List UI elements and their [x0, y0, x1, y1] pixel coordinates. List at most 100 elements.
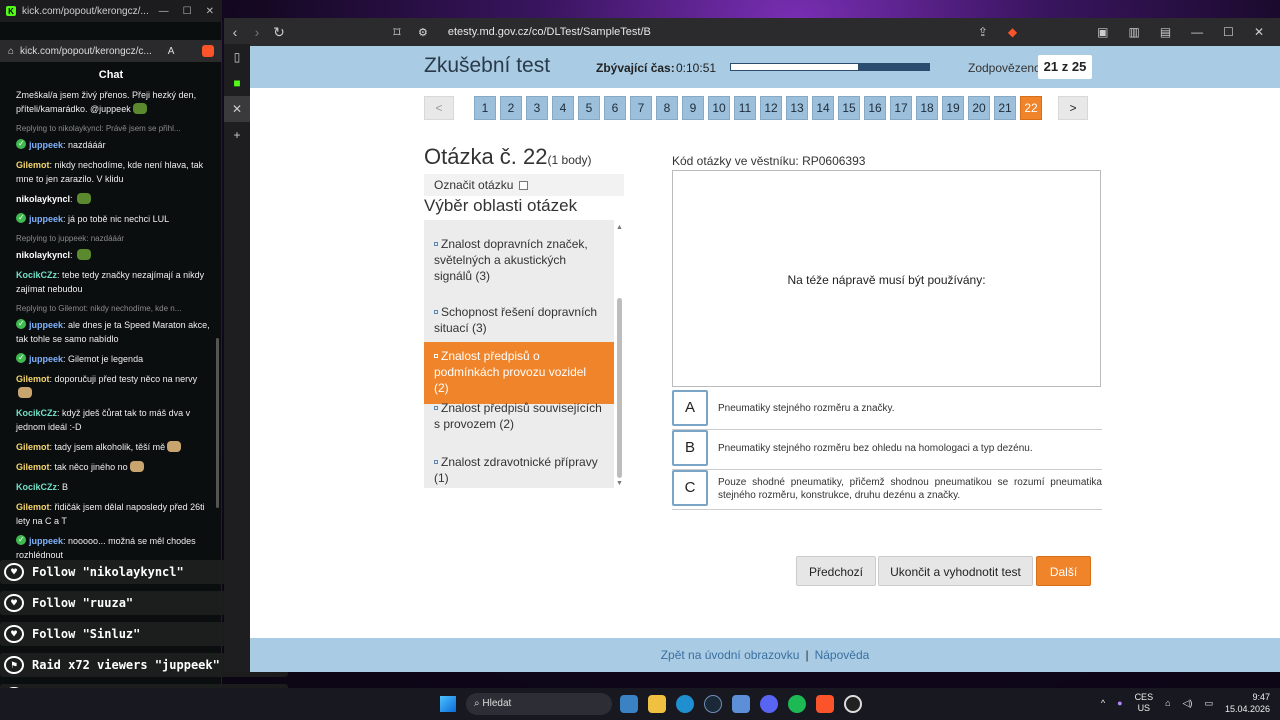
question-nav-button[interactable]: 13 — [786, 96, 808, 120]
minimize-icon[interactable]: — — [159, 6, 169, 17]
mark-question-checkbox[interactable] — [518, 181, 528, 190]
volume-icon[interactable]: ◁) — [1183, 698, 1193, 709]
question-nav-button[interactable]: 16 — [864, 96, 886, 120]
question-nav-button[interactable]: 17 — [890, 96, 912, 120]
chat-username[interactable]: juppeek — [29, 320, 63, 330]
chat-username[interactable]: juppeek — [29, 354, 63, 364]
chat-username[interactable]: Gilemot — [16, 374, 50, 384]
question-nav-button[interactable]: 11 — [734, 96, 756, 120]
question-nav-button[interactable]: 15 — [838, 96, 860, 120]
scroll-down-icon[interactable]: ▼ — [616, 480, 623, 487]
question-nav-button[interactable]: 7 — [630, 96, 652, 120]
chat-username[interactable]: Gilemot — [16, 502, 50, 512]
file-explorer-icon[interactable] — [648, 695, 666, 713]
kick-address-bar[interactable]: ⌂ kick.com/popout/kerongcz/c... A — [0, 40, 222, 62]
forward-icon[interactable]: › — [246, 24, 268, 40]
area-item[interactable]: Znalost dopravních značek, světelných a … — [424, 236, 614, 284]
question-nav-button[interactable]: 2 — [500, 96, 522, 120]
chat-username[interactable]: juppeek — [29, 536, 63, 546]
answer-option[interactable]: B Pneumatiky stejného rozměru bez ohledu … — [672, 430, 1102, 470]
question-nav-button[interactable]: 6 — [604, 96, 626, 120]
question-nav-button[interactable]: 10 — [708, 96, 730, 120]
finish-test-button[interactable]: Ukončit a vyhodnotit test — [878, 556, 1033, 586]
question-next-arrow[interactable]: > — [1058, 96, 1088, 120]
share-icon[interactable]: ⇪ — [978, 25, 988, 39]
brave-shield-icon[interactable]: ◆ — [1008, 25, 1017, 39]
previous-button[interactable]: Předchozí — [796, 556, 876, 586]
site-info-icon[interactable]: ⚙ — [418, 26, 428, 39]
question-nav-button[interactable]: 19 — [942, 96, 964, 120]
brave-icon[interactable] — [816, 695, 834, 713]
question-nav-button[interactable]: 12 — [760, 96, 782, 120]
store-icon[interactable] — [732, 695, 750, 713]
chevron-up-icon[interactable]: ^ — [1101, 698, 1105, 708]
steam-icon[interactable] — [704, 695, 722, 713]
question-nav-button[interactable]: 4 — [552, 96, 574, 120]
area-item[interactable]: Znalost předpisů souvisejících s provoze… — [424, 400, 614, 432]
next-button[interactable]: Další — [1036, 556, 1091, 586]
chat-reply-preview[interactable]: Replying to Gilemot: nikdy nechodíme, kd… — [16, 302, 212, 316]
site-info-icon[interactable]: ⌂ — [8, 46, 14, 57]
question-nav-button[interactable]: 1 — [474, 96, 496, 120]
question-nav-button[interactable]: 3 — [526, 96, 548, 120]
clock[interactable]: 9:47 15.04.2026 — [1225, 691, 1270, 715]
question-nav-button[interactable]: 21 — [994, 96, 1016, 120]
chat-reply-preview[interactable]: Replying to nikolaykyncl: Právě jsem se … — [16, 122, 212, 136]
home-link[interactable]: Zpět na úvodní obrazovku — [661, 648, 800, 662]
close-icon[interactable]: ✕ — [224, 96, 250, 122]
chat-username[interactable]: juppeek — [29, 140, 63, 150]
address-bar[interactable]: etesty.md.gov.cz/co/DLTest/SampleTest/B — [448, 26, 651, 38]
chat-username[interactable]: Gilemot — [16, 462, 50, 472]
help-link[interactable]: Nápověda — [815, 648, 870, 662]
answer-letter-button[interactable]: B — [672, 430, 708, 466]
chat-username[interactable]: KocikCZz — [16, 270, 57, 280]
sidebar-toggle-icon[interactable]: ▥ — [1128, 25, 1139, 39]
question-nav-button[interactable]: 18 — [916, 96, 938, 120]
answer-letter-button[interactable]: C — [672, 470, 708, 506]
question-nav-button[interactable]: 9 — [682, 96, 704, 120]
chat-username[interactable]: KocikCZz — [16, 482, 57, 492]
back-icon[interactable]: ‹ — [224, 24, 246, 40]
edge-icon[interactable] — [676, 695, 694, 713]
question-nav-button[interactable]: 8 — [656, 96, 678, 120]
chat-username[interactable]: Gilemot — [16, 442, 50, 452]
tabs-icon[interactable]: ▣ — [1097, 25, 1108, 39]
bookmark-icon[interactable]: ⌑ — [386, 24, 408, 41]
windows-start-icon[interactable] — [440, 696, 456, 712]
question-prev-arrow[interactable]: < — [424, 96, 454, 120]
maximize-icon[interactable]: ☐ — [1223, 25, 1234, 39]
network-icon[interactable]: ⌂ — [1165, 698, 1170, 708]
wallet-icon[interactable]: ▤ — [1160, 25, 1171, 39]
battery-icon[interactable]: ▭ — [1204, 698, 1213, 709]
area-item[interactable]: Znalost zdravotnické přípravy (1) — [424, 454, 614, 486]
answer-option[interactable]: A Pneumatiky stejného rozměru a značky. — [672, 390, 1102, 430]
chat-username[interactable]: nikolaykyncl — [16, 194, 70, 204]
chat-username[interactable]: nikolaykyncl — [16, 250, 70, 260]
translate-icon[interactable]: A — [168, 46, 175, 57]
minimize-icon[interactable]: — — [1191, 25, 1203, 39]
chat-scrollbar[interactable] — [216, 338, 219, 508]
answer-letter-button[interactable]: A — [672, 390, 708, 426]
answer-option[interactable]: C Pouze shodné pneumatiky, přičemž shodno… — [672, 470, 1102, 510]
brave-shield-icon[interactable] — [202, 45, 214, 57]
chat-username[interactable]: KocikCZz — [16, 408, 57, 418]
close-icon[interactable]: ✕ — [206, 6, 214, 17]
question-nav-button[interactable]: 22 — [1020, 96, 1042, 120]
taskbar-search[interactable]: ⌕ Hledat — [466, 693, 612, 715]
language-indicator[interactable]: CES US — [1135, 692, 1154, 714]
discord-icon[interactable] — [760, 695, 778, 713]
close-icon[interactable]: ✕ — [1254, 25, 1264, 39]
widgets-icon[interactable] — [620, 695, 638, 713]
chat-username[interactable]: juppeek — [29, 214, 63, 224]
add-icon[interactable]: + — [224, 122, 250, 148]
scroll-up-icon[interactable]: ▲ — [616, 224, 623, 231]
maximize-icon[interactable]: ☐ — [183, 6, 192, 17]
question-nav-button[interactable]: 5 — [578, 96, 600, 120]
reload-icon[interactable]: ↻ — [268, 24, 290, 41]
area-list-scrollbar[interactable]: ▲ ▼ — [616, 224, 624, 488]
question-nav-button[interactable]: 14 — [812, 96, 834, 120]
mark-question[interactable]: Označit otázku — [424, 174, 624, 196]
spotify-icon[interactable] — [788, 695, 806, 713]
sidebar-panel-icon[interactable]: ▯ — [224, 44, 250, 70]
kick-sidebar-icon[interactable]: ■ — [224, 70, 250, 96]
